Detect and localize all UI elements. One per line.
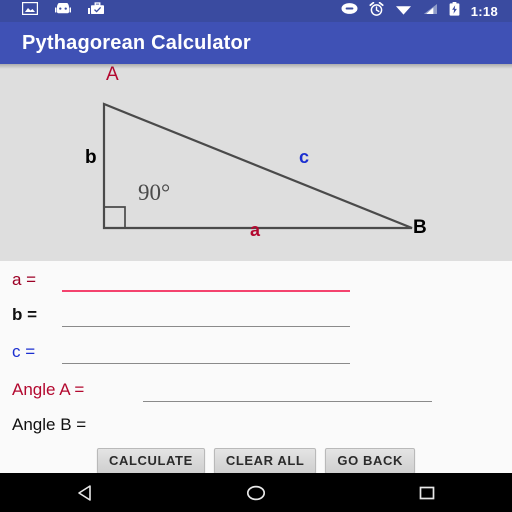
underline-side-c bbox=[62, 363, 350, 364]
side-label-c: c bbox=[299, 147, 309, 167]
input-side-c[interactable] bbox=[62, 343, 350, 363]
label-side-a: a = bbox=[12, 270, 37, 289]
triangle-svg: A B b c a 90° bbox=[85, 64, 427, 240]
image-icon bbox=[21, 1, 39, 20]
status-bar-clock: 1:18 bbox=[470, 3, 498, 19]
status-bar-right-icons: 1:18 bbox=[341, 1, 498, 21]
nav-home-button[interactable] bbox=[171, 473, 342, 512]
go-back-button[interactable]: GO BACK bbox=[325, 447, 416, 474]
android-head-icon bbox=[55, 1, 71, 20]
input-side-a[interactable] bbox=[62, 271, 350, 291]
underline-side-b bbox=[62, 326, 350, 327]
back-triangle-icon bbox=[78, 484, 92, 501]
nav-recents-button[interactable] bbox=[341, 473, 512, 512]
calculate-button[interactable]: CALCULATE bbox=[96, 447, 205, 474]
recents-square-icon bbox=[419, 486, 435, 499]
action-bar-shadow bbox=[0, 64, 512, 69]
home-circle-icon bbox=[246, 485, 266, 500]
app-root: 1:18 Pythagorean Calculator A B b c a 90… bbox=[0, 0, 512, 512]
do-not-disturb-icon bbox=[341, 2, 358, 20]
right-angle-marker bbox=[104, 206, 126, 228]
underline-angle-a bbox=[143, 401, 432, 402]
underline-side-a bbox=[62, 290, 350, 292]
input-angle-a[interactable] bbox=[143, 381, 432, 401]
battery-charging-icon bbox=[449, 1, 460, 21]
button-bar: CALCULATE CLEAR ALL GO BACK bbox=[0, 447, 512, 474]
triangle-diagram: A B b c a 90° bbox=[0, 64, 512, 261]
briefcase-icon bbox=[88, 2, 104, 20]
side-label-b: b bbox=[85, 147, 97, 168]
android-nav-bar bbox=[0, 473, 512, 512]
status-bar-left-icons bbox=[21, 1, 104, 20]
wifi-icon bbox=[395, 2, 412, 20]
label-side-c: c = bbox=[12, 342, 36, 361]
right-angle-label: 90° bbox=[138, 180, 170, 205]
triangle-outline bbox=[102, 102, 413, 230]
cell-signal-icon bbox=[423, 2, 438, 20]
vertex-label-b: B bbox=[413, 217, 427, 238]
input-side-b[interactable] bbox=[62, 306, 350, 326]
page-title: Pythagorean Calculator bbox=[22, 31, 251, 54]
label-angle-a: Angle A = bbox=[12, 380, 85, 399]
label-side-b: b = bbox=[12, 305, 38, 324]
label-angle-b: Angle B = bbox=[12, 415, 87, 434]
input-angle-b[interactable] bbox=[143, 416, 393, 436]
input-form: a = b = c = Angle A = Angle B = bbox=[0, 261, 512, 473]
status-bar: 1:18 bbox=[0, 0, 512, 22]
clear-all-button[interactable]: CLEAR ALL bbox=[213, 447, 317, 474]
nav-back-button[interactable] bbox=[0, 473, 171, 512]
action-bar: Pythagorean Calculator bbox=[0, 22, 512, 64]
side-label-a: a bbox=[250, 220, 261, 240]
alarm-clock-icon bbox=[369, 1, 384, 21]
